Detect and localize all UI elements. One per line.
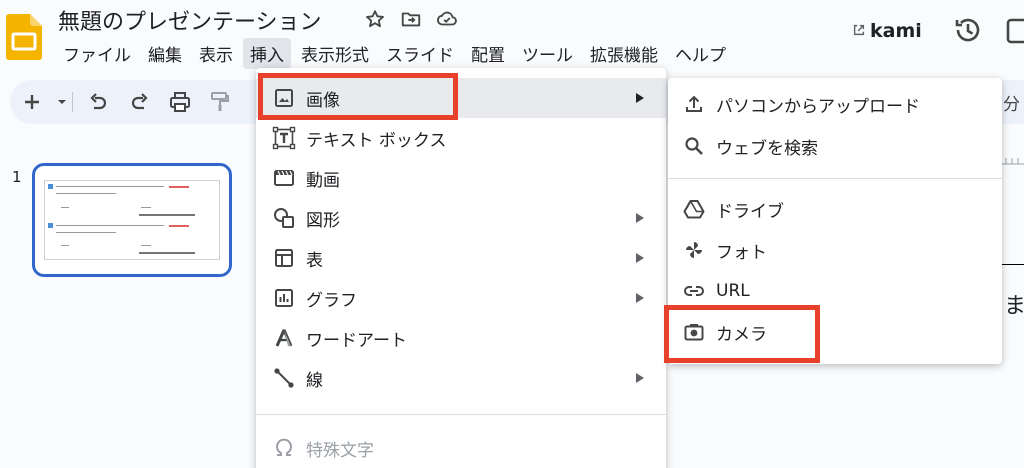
link-icon — [682, 279, 706, 303]
menu-format[interactable]: 表示形式 — [294, 38, 376, 69]
camera-icon — [682, 320, 706, 344]
submenu-arrow-icon — [636, 373, 644, 383]
submenu-arrow-icon — [636, 93, 644, 103]
submenu-divider — [668, 178, 1002, 179]
table-icon — [272, 246, 296, 270]
kami-extension-button[interactable]: kami — [852, 20, 922, 42]
canvas-line — [1000, 264, 1024, 265]
menu-tools[interactable]: ツール — [515, 38, 580, 69]
image-icon — [272, 86, 296, 110]
text-box-icon — [272, 126, 296, 150]
chart-icon — [272, 286, 296, 310]
insert-text-box-item[interactable]: テキスト ボックス — [256, 118, 666, 158]
cloud-saved-icon[interactable] — [436, 8, 458, 30]
search-web-item[interactable]: ウェブを検索 — [668, 126, 1002, 166]
slide-thumbnail[interactable] — [32, 163, 232, 277]
menu-arrange[interactable]: 配置 — [464, 38, 512, 69]
menu-view[interactable]: 表示 — [192, 38, 240, 69]
image-submenu: パソコンからアップロード ウェブを検索 ドライブ フォト URL カメラ — [668, 78, 1002, 364]
menu-divider — [256, 414, 666, 415]
upload-icon — [682, 92, 706, 116]
menu-file[interactable]: ファイル — [56, 38, 138, 69]
document-title[interactable]: 無題のプレゼンテーション — [58, 4, 322, 36]
drive-item[interactable]: ドライブ — [668, 189, 1002, 229]
search-icon — [682, 134, 706, 158]
redo-icon[interactable] — [128, 90, 152, 114]
photos-item[interactable]: フォト — [668, 230, 1002, 270]
upload-from-computer-item[interactable]: パソコンからアップロード — [668, 84, 1002, 124]
slide-number: 1 — [12, 168, 22, 186]
move-folder-icon[interactable] — [400, 8, 422, 30]
line-icon — [272, 366, 296, 390]
url-item[interactable]: URL — [668, 271, 1002, 311]
omega-icon — [272, 436, 296, 460]
canvas-text-fragment: ま — [1004, 294, 1024, 319]
submenu-arrow-icon — [636, 293, 644, 303]
star-icon[interactable] — [364, 8, 386, 30]
menu-bar: ファイル 編集 表示 挿入 表示形式 スライド 配置 ツール 拡張機能 ヘルプ — [56, 37, 736, 69]
insert-image-item[interactable]: 画像 — [256, 78, 666, 118]
menu-edit[interactable]: 編集 — [141, 38, 189, 69]
insert-line-item[interactable]: 線 — [256, 358, 666, 398]
external-link-icon — [852, 22, 866, 41]
menu-help[interactable]: ヘルプ — [668, 38, 733, 69]
shapes-icon — [272, 206, 296, 230]
menu-slide[interactable]: スライド — [379, 38, 461, 69]
insert-chart-item[interactable]: グラフ — [256, 278, 666, 318]
menu-extensions[interactable]: 拡張機能 — [583, 38, 665, 69]
paint-format-icon[interactable] — [208, 90, 232, 114]
insert-shapes-item[interactable]: 図形 — [256, 198, 666, 238]
video-icon — [272, 166, 296, 190]
slides-logo-icon[interactable] — [6, 14, 42, 60]
insert-menu: 画像 テキスト ボックス 動画 図形 表 グラフ ワードアート 線 特殊文字 — [256, 68, 666, 468]
menu-insert[interactable]: 挿入 — [243, 37, 291, 69]
drive-icon — [682, 197, 706, 221]
photos-icon — [682, 238, 706, 262]
submenu-arrow-icon — [636, 253, 644, 263]
undo-icon[interactable] — [86, 90, 110, 114]
insert-video-item[interactable]: 動画 — [256, 158, 666, 198]
insert-word-art-item[interactable]: ワードアート — [256, 318, 666, 358]
chevron-down-icon[interactable] — [50, 90, 66, 114]
word-art-icon — [272, 326, 296, 350]
camera-item[interactable]: カメラ — [668, 312, 1002, 352]
insert-table-item[interactable]: 表 — [256, 238, 666, 278]
print-icon[interactable] — [168, 90, 192, 114]
canvas-ruler-fragment — [1000, 150, 1024, 170]
comment-icon[interactable] — [1004, 16, 1024, 46]
version-history-icon[interactable] — [952, 14, 984, 46]
insert-special-characters-item[interactable]: 特殊文字 — [256, 428, 666, 468]
new-slide-plus-icon[interactable] — [20, 90, 44, 114]
submenu-arrow-icon — [636, 213, 644, 223]
kami-label: kami — [870, 20, 922, 42]
